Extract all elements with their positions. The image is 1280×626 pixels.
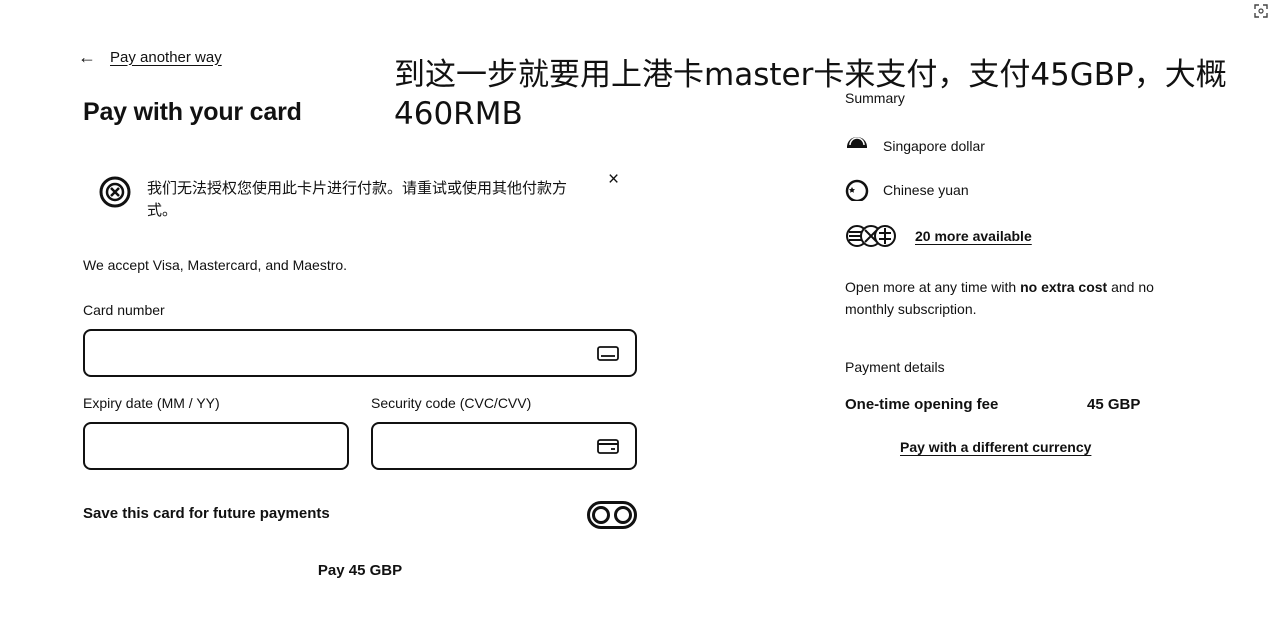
currency-name: Chinese yuan	[883, 182, 969, 198]
open-more-text: Open more at any time with no extra cost…	[845, 276, 1165, 320]
toggle-knob-left	[592, 506, 610, 524]
save-card-label: Save this card for future payments	[83, 505, 330, 522]
page-title: Pay with your card	[83, 98, 302, 126]
error-message: 我们无法授权您使用此卡片进行付款。请重试或使用其他付款方式。	[147, 179, 568, 219]
card-number-label: Card number	[83, 302, 165, 318]
card-number-field[interactable]	[83, 329, 637, 377]
card-back-icon	[597, 439, 619, 454]
singapore-flag-icon	[847, 137, 867, 148]
security-code-input[interactable]	[373, 424, 635, 468]
save-card-toggle[interactable]	[587, 501, 637, 529]
currency-name: Singapore dollar	[883, 138, 985, 154]
expiry-label: Expiry date (MM / YY)	[83, 395, 220, 411]
expand-icon[interactable]	[1254, 4, 1268, 18]
currency-item-singapore: Singapore dollar	[845, 135, 985, 157]
arrow-left-icon: ←	[78, 47, 96, 67]
pay-different-currency-link[interactable]: Pay with a different currency	[900, 439, 1091, 455]
currency-item-china: Chinese yuan	[845, 179, 969, 201]
china-flag-icon	[845, 179, 869, 201]
payment-details-label: Payment details	[845, 359, 945, 375]
security-code-field[interactable]	[371, 422, 637, 470]
summary-title: Summary	[845, 90, 905, 106]
expiry-input[interactable]	[85, 424, 347, 468]
pay-another-way-link[interactable]: ← Pay another way	[78, 48, 222, 66]
error-icon	[99, 176, 131, 208]
card-number-input[interactable]	[85, 331, 635, 375]
fee-label: One-time opening fee	[845, 396, 999, 413]
more-currencies-row[interactable]: 20 more available	[845, 224, 1032, 248]
toggle-knob-right	[614, 506, 632, 524]
security-code-label: Security code (CVC/CVV)	[371, 395, 532, 411]
more-available-link[interactable]: 20 more available	[915, 228, 1032, 244]
pay-button[interactable]: Pay 45 GBP	[290, 556, 430, 584]
fee-value: 45 GBP	[1087, 396, 1141, 413]
overlay-annotation: 到这一步就要用上港卡master卡来支付，支付45GBP，大概460RMB	[394, 57, 1227, 132]
currency-flags-stack-icon	[846, 225, 896, 247]
card-icon	[597, 346, 619, 361]
accepted-cards-text: We accept Visa, Mastercard, and Maestro.	[83, 257, 348, 273]
close-icon[interactable]: ×	[608, 170, 619, 189]
open-more-prefix: Open more at any time with	[845, 279, 1021, 295]
pay-another-way-label: Pay another way	[110, 48, 222, 66]
expiry-field[interactable]	[83, 422, 349, 470]
open-more-bold: no extra cost	[1020, 279, 1108, 295]
